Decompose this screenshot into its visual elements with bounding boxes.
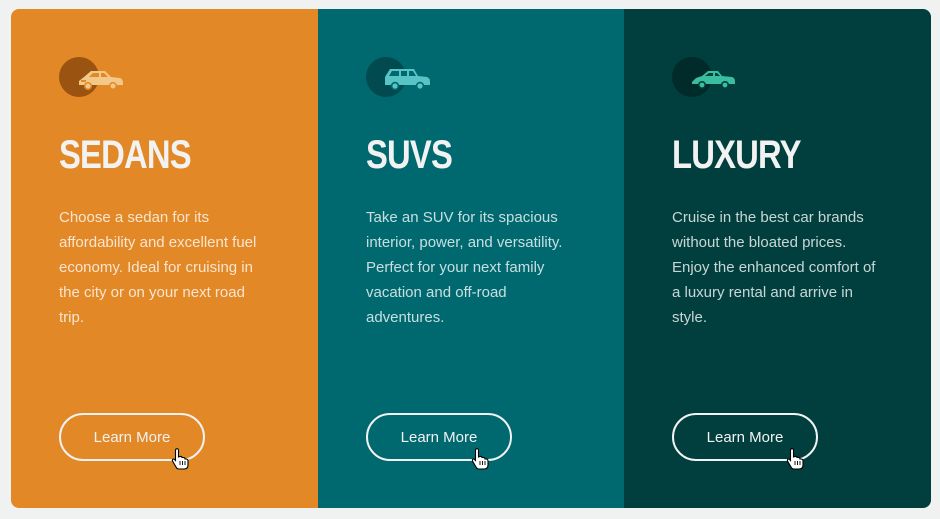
card-title: SEDANS: [59, 133, 192, 177]
card-luxury: LUXURY Cruise in the best car brands wit…: [624, 9, 931, 508]
card-description: Cruise in the best car brands without th…: [672, 209, 876, 326]
card-sedans: SEDANS Choose a sedan for its affordabil…: [11, 9, 318, 508]
hand-cursor-icon: [471, 448, 489, 470]
card-suvs: SUVS Take an SUV for its spacious interi…: [318, 9, 624, 508]
car-category-cards: SEDANS Choose a sedan for its affordabil…: [11, 9, 931, 508]
hand-cursor-icon: [171, 448, 189, 470]
suv-car-icon: [366, 57, 434, 97]
card-title: LUXURY: [672, 133, 802, 177]
luxury-car-icon: [672, 57, 740, 97]
hand-cursor-icon: [786, 448, 804, 470]
card-title: SUVS: [366, 133, 453, 177]
learn-more-button[interactable]: Learn More: [366, 413, 512, 461]
card-description: Choose a sedan for its affordability and…: [59, 209, 257, 326]
sedan-car-icon: [59, 57, 127, 97]
card-description: Take an SUV for its spacious interior, p…: [366, 209, 563, 326]
